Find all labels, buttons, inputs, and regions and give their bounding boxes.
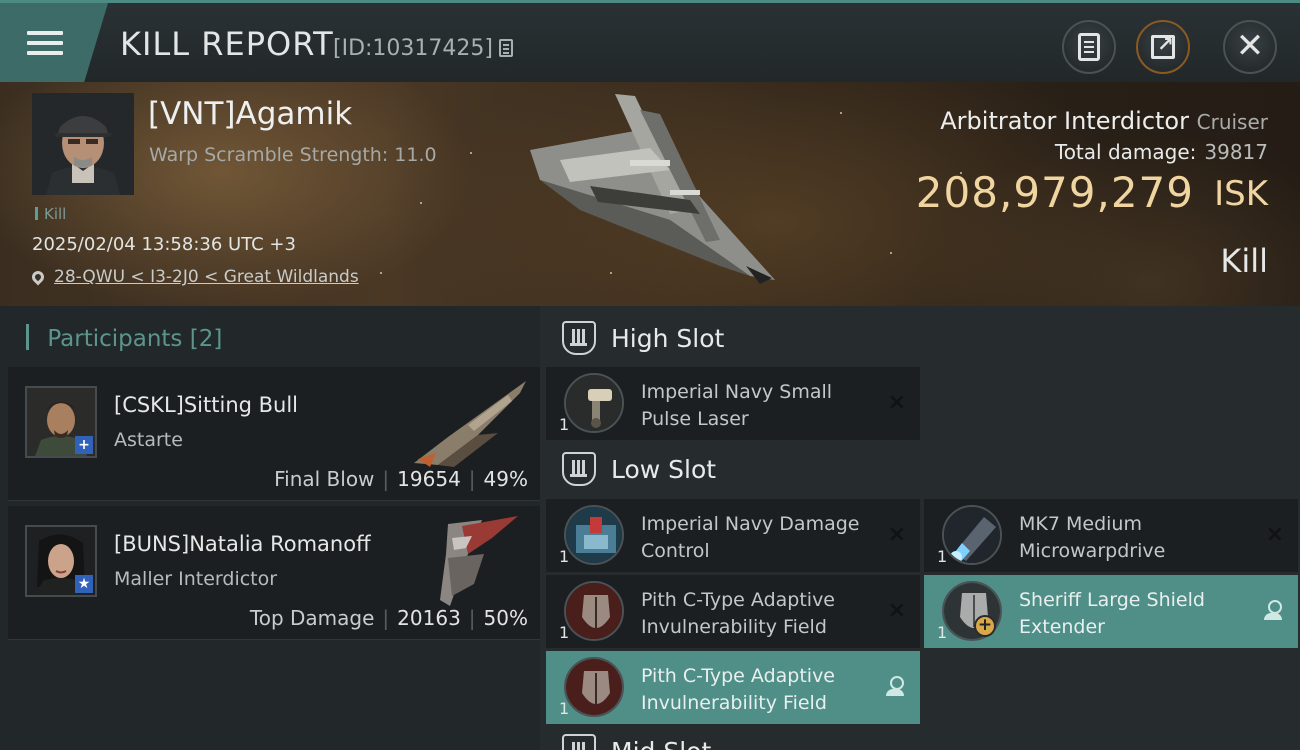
participant-row[interactable]: ★ [BUNS]Natalia Romanoff Maller Interdic… [8, 506, 540, 640]
kill-tag: Kill [35, 205, 66, 223]
report-id[interactable]: [ID:10317425] [333, 36, 513, 61]
module-item[interactable]: + 1 Sheriff Large Shield Extender [924, 575, 1298, 648]
participant-damage: 19654 [397, 467, 461, 491]
participant-name: [CSKL]Sitting Bull [114, 393, 299, 417]
total-damage-value: 39817 [1204, 140, 1268, 164]
warp-scramble-strength: Warp Scramble Strength: 11.0 [149, 144, 437, 166]
destroyed-icon: × [887, 390, 906, 415]
participant-stats: Top Damage | 20163 | 50% [249, 606, 528, 630]
participants-header: Participants [2] [26, 324, 222, 352]
participant-stats: Final Blow | 19654 | 49% [274, 467, 528, 491]
ship-type: Arbitrator Interdictor Cruiser [940, 107, 1268, 135]
low-slot-header: Low Slot [562, 452, 716, 486]
hamburger-icon [27, 25, 63, 61]
close-icon: ✕ [1235, 25, 1265, 66]
victim-banner: [VNT]Agamik Warp Scramble Strength: 11.0… [0, 82, 1300, 306]
participant-role: Top Damage [249, 606, 375, 630]
kill-timestamp: 2025/02/04 13:58:36 UTC +3 [32, 234, 296, 255]
destroyed-icon: × [1265, 522, 1284, 547]
participant-row[interactable]: + [CSKL]Sitting Bull Astarte Final Blow |… [8, 367, 540, 501]
module-name: Imperial Navy Damage Control [641, 513, 860, 562]
top-bar: KILL REPORT [ID:10317425] ✕ [0, 0, 1300, 82]
module-item[interactable]: 1 Imperial Navy Damage Control × [546, 499, 920, 572]
participant-ship: Astarte [114, 429, 183, 451]
ship-class: Cruiser [1196, 110, 1268, 134]
destroyed-icon: × [887, 598, 906, 623]
pilot-portrait-image [32, 93, 134, 195]
total-damage: Total damage: 39817 [1055, 140, 1268, 164]
module-item[interactable]: 1 MK7 Medium Microwarpdrive × [924, 499, 1298, 572]
location-text: 28-QWU < I3-2J0 < Great Wildlands [54, 267, 359, 287]
high-slot-label: High Slot [611, 323, 725, 353]
participants-panel: Participants [2] + [CSKL]Sitting Bull As… [0, 306, 540, 750]
participant-badge: ★ [75, 575, 93, 593]
participant-percent: 50% [483, 606, 528, 630]
mid-slot-header: Mid Slot [562, 734, 711, 750]
low-slot-label: Low Slot [611, 454, 717, 484]
module-name: Imperial Navy Small Pulse Laser [641, 381, 833, 430]
module-name: Pith C-Type Adaptive Invulnerability Fie… [641, 665, 835, 714]
location-link[interactable]: 28-QWU < I3-2J0 < Great Wildlands [29, 267, 359, 287]
module-name: Pith C-Type Adaptive Invulnerability Fie… [641, 589, 835, 638]
module-name: Sheriff Large Shield Extender [1019, 589, 1205, 638]
total-damage-label: Total damage: [1054, 140, 1197, 164]
module-item[interactable]: 1 Imperial Navy Small Pulse Laser × [546, 367, 920, 440]
module-quantity: 1 [937, 547, 948, 566]
isk-value: 208,979,279 [915, 168, 1194, 217]
dropped-person-icon [886, 676, 904, 696]
victim-portrait[interactable] [32, 93, 134, 195]
participant-name: [BUNS]Natalia Romanoff [114, 532, 371, 556]
module-item[interactable]: 1 Pith C-Type Adaptive Invulnerability F… [546, 651, 920, 724]
module-quantity: 1 [937, 623, 948, 642]
participant-ship: Maller Interdictor [114, 568, 278, 590]
participants-count: [2] [189, 326, 223, 352]
low-slot-icon [562, 452, 596, 486]
report-id-text: [ID:10317425] [333, 36, 493, 61]
menu-button[interactable] [0, 3, 108, 82]
clipboard-icon [1078, 33, 1100, 61]
module-icon [942, 505, 1002, 565]
share-button[interactable] [1136, 20, 1190, 74]
plus-icon: + [974, 615, 996, 637]
participant-portrait[interactable]: + [25, 386, 97, 458]
close-button[interactable]: ✕ [1223, 20, 1277, 74]
participant-percent: 49% [483, 467, 528, 491]
participant-badge: + [75, 436, 93, 454]
high-slot-header: High Slot [562, 321, 724, 355]
participant-role: Final Blow [274, 467, 375, 491]
participant-ship-image [440, 516, 518, 606]
participant-ship-image [414, 381, 526, 467]
module-quantity: 1 [559, 415, 570, 434]
mid-slot-label: Mid Slot [611, 737, 711, 750]
victim-name[interactable]: [VNT]Agamik [148, 96, 352, 132]
participant-portrait[interactable]: ★ [25, 525, 97, 597]
participants-label: Participants [47, 326, 183, 352]
victim-ship-image[interactable] [520, 90, 780, 290]
participant-damage: 20163 [397, 606, 461, 630]
module-icon [564, 505, 624, 565]
module-icon [564, 373, 624, 433]
module-quantity: 1 [559, 699, 570, 718]
fitting-panel: High Slot 1 Imperial Navy Small Pulse La… [540, 306, 1300, 750]
module-icon [564, 581, 624, 641]
share-icon [1151, 32, 1175, 59]
location-pin-icon [29, 268, 47, 286]
dropped-person-icon [1264, 600, 1282, 620]
destroyed-icon: × [887, 522, 906, 547]
module-icon [564, 657, 624, 717]
module-quantity: 1 [559, 547, 570, 566]
mid-slot-icon [562, 734, 596, 750]
copy-icon[interactable] [498, 39, 513, 57]
page-title: KILL REPORT [120, 25, 334, 63]
kill-result: Kill [1220, 242, 1268, 280]
module-quantity: 1 [559, 623, 570, 642]
module-name: MK7 Medium Microwarpdrive [1019, 513, 1166, 562]
high-slot-icon [562, 321, 596, 355]
clipboard-button[interactable] [1062, 20, 1116, 74]
ship-name: Arbitrator Interdictor [940, 107, 1189, 135]
isk-unit: ISK [1214, 174, 1268, 214]
module-item[interactable]: 1 Pith C-Type Adaptive Invulnerability F… [546, 575, 920, 648]
